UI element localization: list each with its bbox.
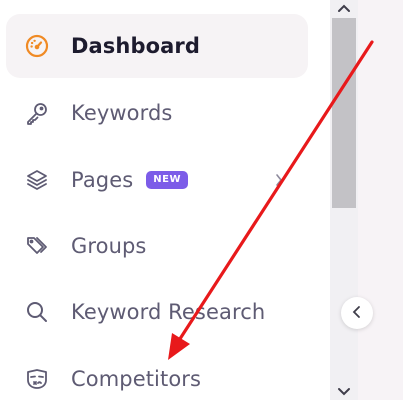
tags-icon xyxy=(24,233,50,259)
app-frame: Dashboard Keywords Pages NEW Groups Keyw… xyxy=(0,0,403,400)
sidebar-item-competitors[interactable]: Competitors xyxy=(6,347,308,400)
main-content-edge xyxy=(358,0,403,400)
sidebar-item-label: Keywords xyxy=(71,101,173,125)
scroll-up-icon[interactable] xyxy=(330,0,358,16)
sidebar-item-label: Competitors xyxy=(71,367,202,391)
new-badge: NEW xyxy=(146,171,189,189)
sidebar-item-keywords[interactable]: Keywords xyxy=(6,81,308,145)
key-icon xyxy=(24,100,50,126)
sidebar-item-label: Groups xyxy=(71,234,147,258)
sidebar-item-pages[interactable]: Pages NEW xyxy=(6,148,308,212)
scrollbar-thumb[interactable] xyxy=(332,18,356,208)
sidebar-item-label: Dashboard xyxy=(71,34,200,58)
collapse-sidebar-button[interactable] xyxy=(341,297,373,329)
layers-icon xyxy=(24,167,50,193)
search-icon xyxy=(24,299,50,325)
chevron-right-icon xyxy=(274,172,284,192)
sidebar-item-groups[interactable]: Groups xyxy=(6,214,308,278)
sidebar-nav: Dashboard Keywords Pages NEW Groups Keyw… xyxy=(0,0,330,400)
sidebar-item-dashboard[interactable]: Dashboard xyxy=(6,14,308,78)
chevron-left-icon xyxy=(351,304,363,323)
mask-icon xyxy=(24,366,50,392)
dashboard-gauge-icon xyxy=(24,33,50,59)
scroll-down-icon[interactable] xyxy=(330,384,358,400)
sidebar-scrollbar[interactable] xyxy=(330,0,358,400)
sidebar-item-label: Pages xyxy=(71,168,134,192)
sidebar-item-keyword-research[interactable]: Keyword Research xyxy=(6,280,308,344)
sidebar-item-label: Keyword Research xyxy=(71,300,266,324)
